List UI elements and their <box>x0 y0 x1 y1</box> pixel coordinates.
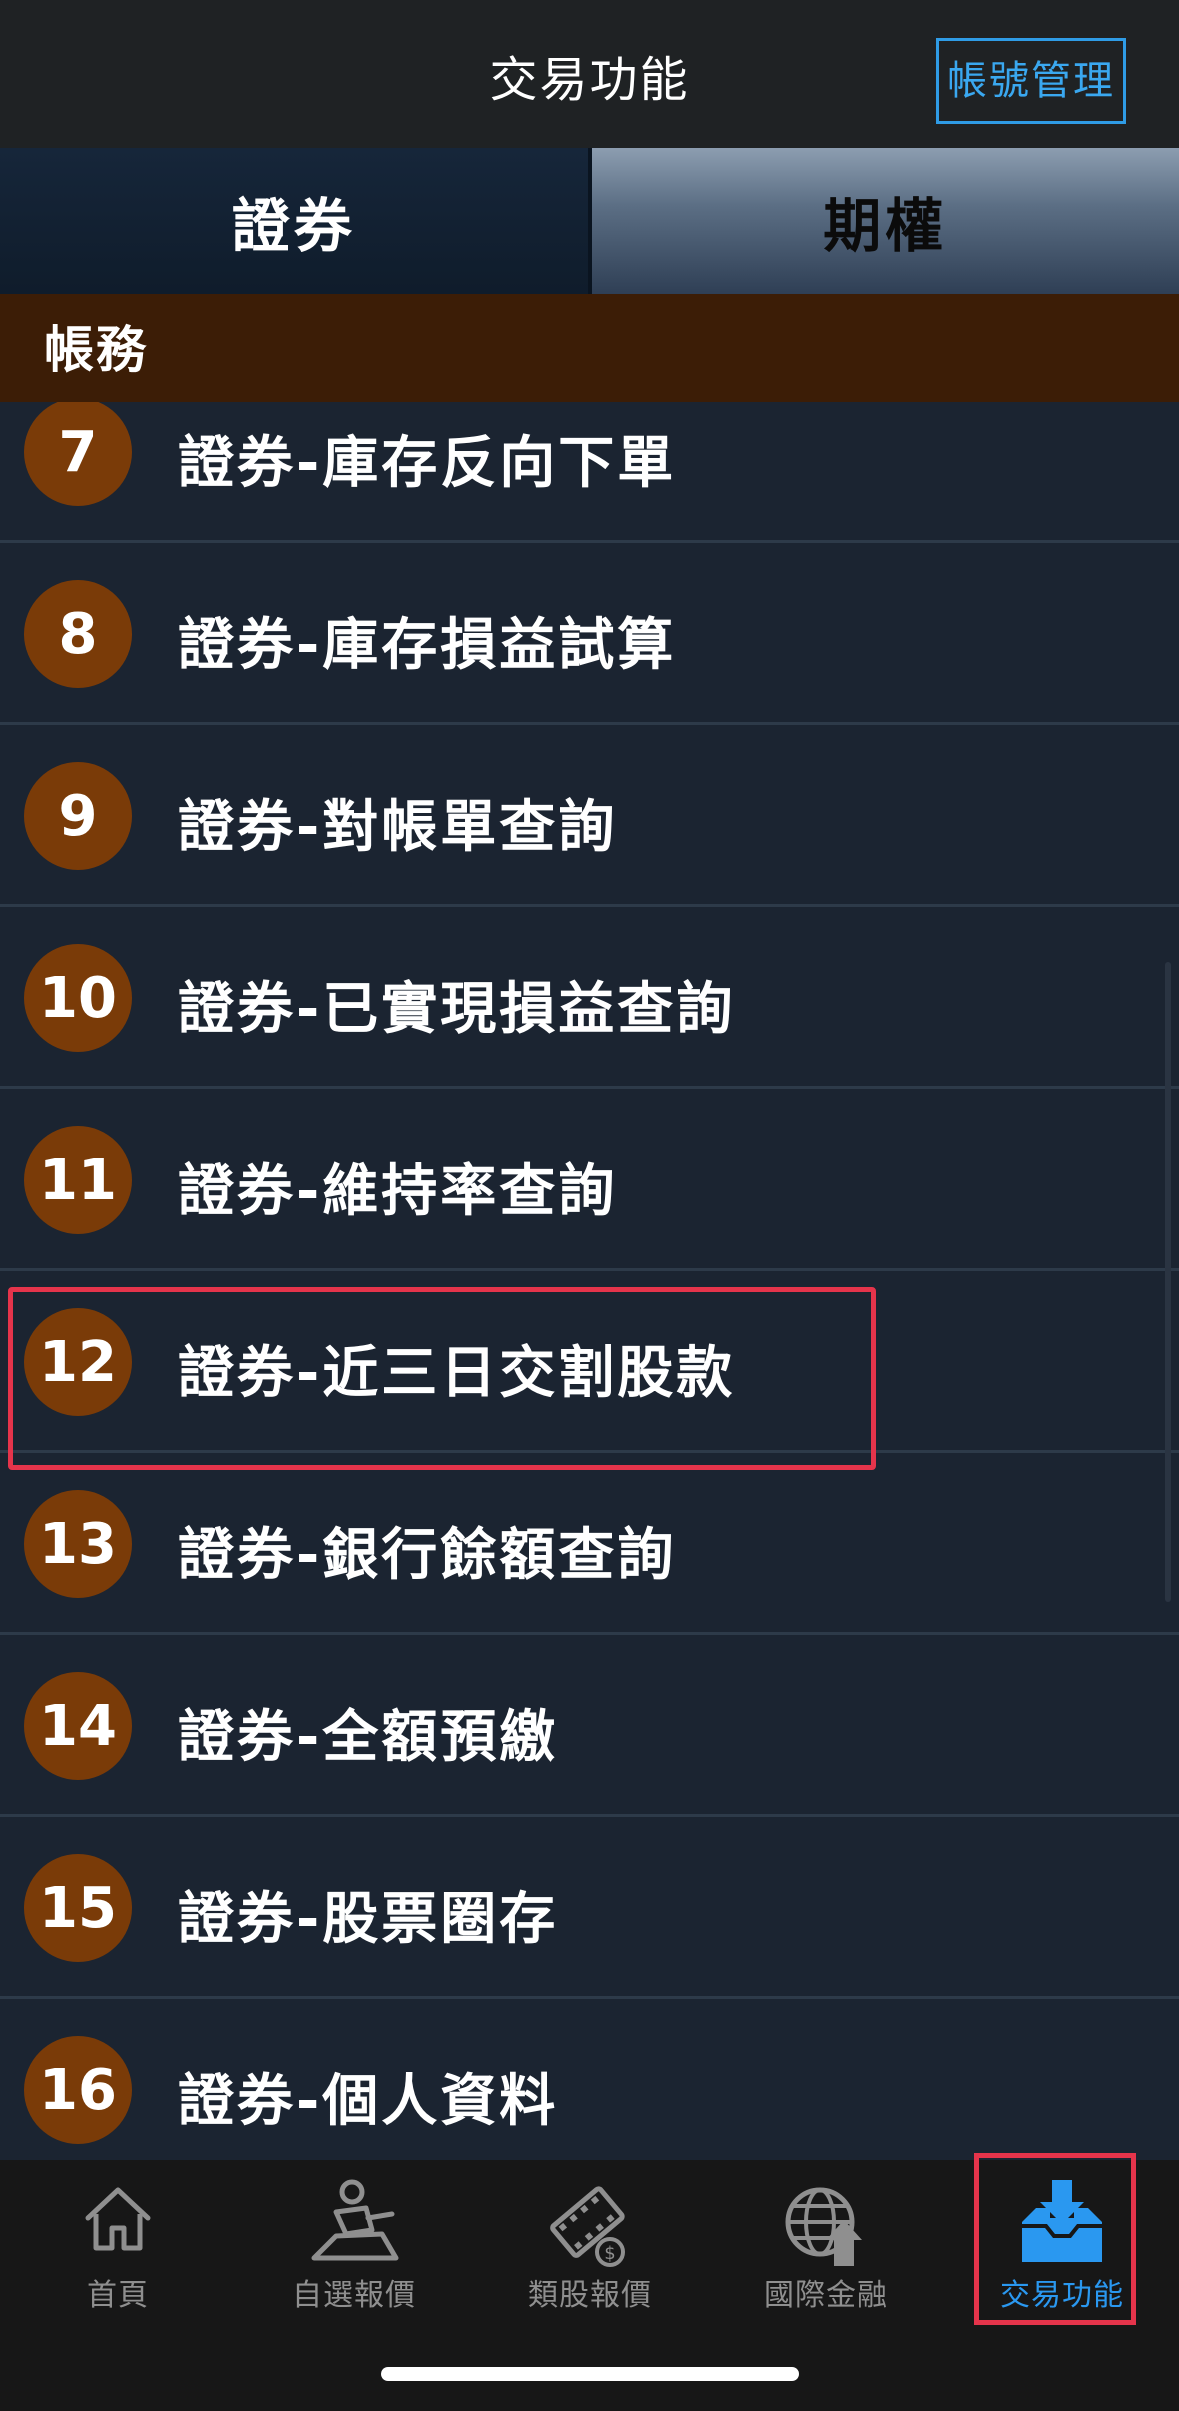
nav-home[interactable]: 首頁 <box>0 2160 236 2330</box>
item-label: 證券-庫存反向下單 <box>178 431 677 496</box>
svg-text:$: $ <box>604 2243 615 2264</box>
nav-sector-quotes[interactable]: $ 類股報價 <box>472 2160 708 2330</box>
list-scrollbar[interactable] <box>1165 962 1171 1602</box>
list-item[interactable]: 10 證券-已實現損益查詢 <box>0 907 1179 1089</box>
market-tabs: 證券 期權 <box>0 148 1179 294</box>
film-coin-icon: $ <box>472 2178 708 2278</box>
nav-label: 類股報價 <box>528 2278 652 2313</box>
item-number-badge: 8 <box>24 580 132 688</box>
top-header: 交易功能 帳號管理 <box>0 0 1179 148</box>
list-item[interactable]: 8 證券-庫存損益試算 <box>0 543 1179 725</box>
item-label: 證券-庫存損益試算 <box>178 613 677 678</box>
home-indicator[interactable] <box>381 2367 799 2381</box>
list-item[interactable]: 9 證券-對帳單查詢 <box>0 725 1179 907</box>
account-management-button[interactable]: 帳號管理 <box>936 38 1126 124</box>
nav-label: 自選報價 <box>292 2278 416 2313</box>
nav-international-finance[interactable]: 國際金融 <box>708 2160 944 2330</box>
person-desk-icon <box>236 2178 472 2278</box>
item-number-badge: 10 <box>24 944 132 1052</box>
list-item[interactable]: 7 證券-庫存反向下單 <box>0 402 1179 543</box>
item-number-badge: 7 <box>24 402 132 506</box>
nav-watchlist-quotes[interactable]: 自選報價 <box>236 2160 472 2330</box>
function-list: 7 證券-庫存反向下單 8 證券-庫存損益試算 9 證券-對帳單查詢 10 證券… <box>0 402 1179 2162</box>
item-label: 證券-全額預繳 <box>178 1705 559 1770</box>
section-title: 帳務 <box>44 321 148 379</box>
item-label: 證券-已實現損益查詢 <box>178 977 736 1042</box>
list-item[interactable]: 11 證券-維持率查詢 <box>0 1089 1179 1271</box>
highlight-annotation <box>8 1287 876 1470</box>
item-number-badge: 11 <box>24 1126 132 1234</box>
section-header: 帳務 <box>0 294 1179 402</box>
globe-arrow-icon <box>708 2178 944 2278</box>
item-number-badge: 15 <box>24 1854 132 1962</box>
nav-label: 首頁 <box>87 2278 149 2313</box>
item-number-badge: 16 <box>24 2036 132 2144</box>
item-label: 證券-維持率查詢 <box>178 1159 618 1224</box>
item-label: 證券-股票圈存 <box>178 1887 559 1952</box>
nav-highlight-annotation <box>974 2153 1136 2325</box>
nav-label: 國際金融 <box>764 2278 888 2313</box>
item-label: 證券-個人資料 <box>178 2069 559 2134</box>
tab-futures-options[interactable]: 期權 <box>591 148 1179 294</box>
item-number-badge: 13 <box>24 1490 132 1598</box>
list-item[interactable]: 13 證券-銀行餘額查詢 <box>0 1453 1179 1635</box>
list-item[interactable]: 15 證券-股票圈存 <box>0 1817 1179 1999</box>
item-number-badge: 9 <box>24 762 132 870</box>
item-label: 證券-對帳單查詢 <box>178 795 618 860</box>
list-item[interactable]: 16 證券-個人資料 <box>0 1999 1179 2162</box>
item-label: 證券-銀行餘額查詢 <box>178 1523 677 1588</box>
list-item[interactable]: 14 證券-全額預繳 <box>0 1635 1179 1817</box>
home-icon <box>0 2178 236 2278</box>
item-number-badge: 14 <box>24 1672 132 1780</box>
tab-securities[interactable]: 證券 <box>0 148 592 294</box>
